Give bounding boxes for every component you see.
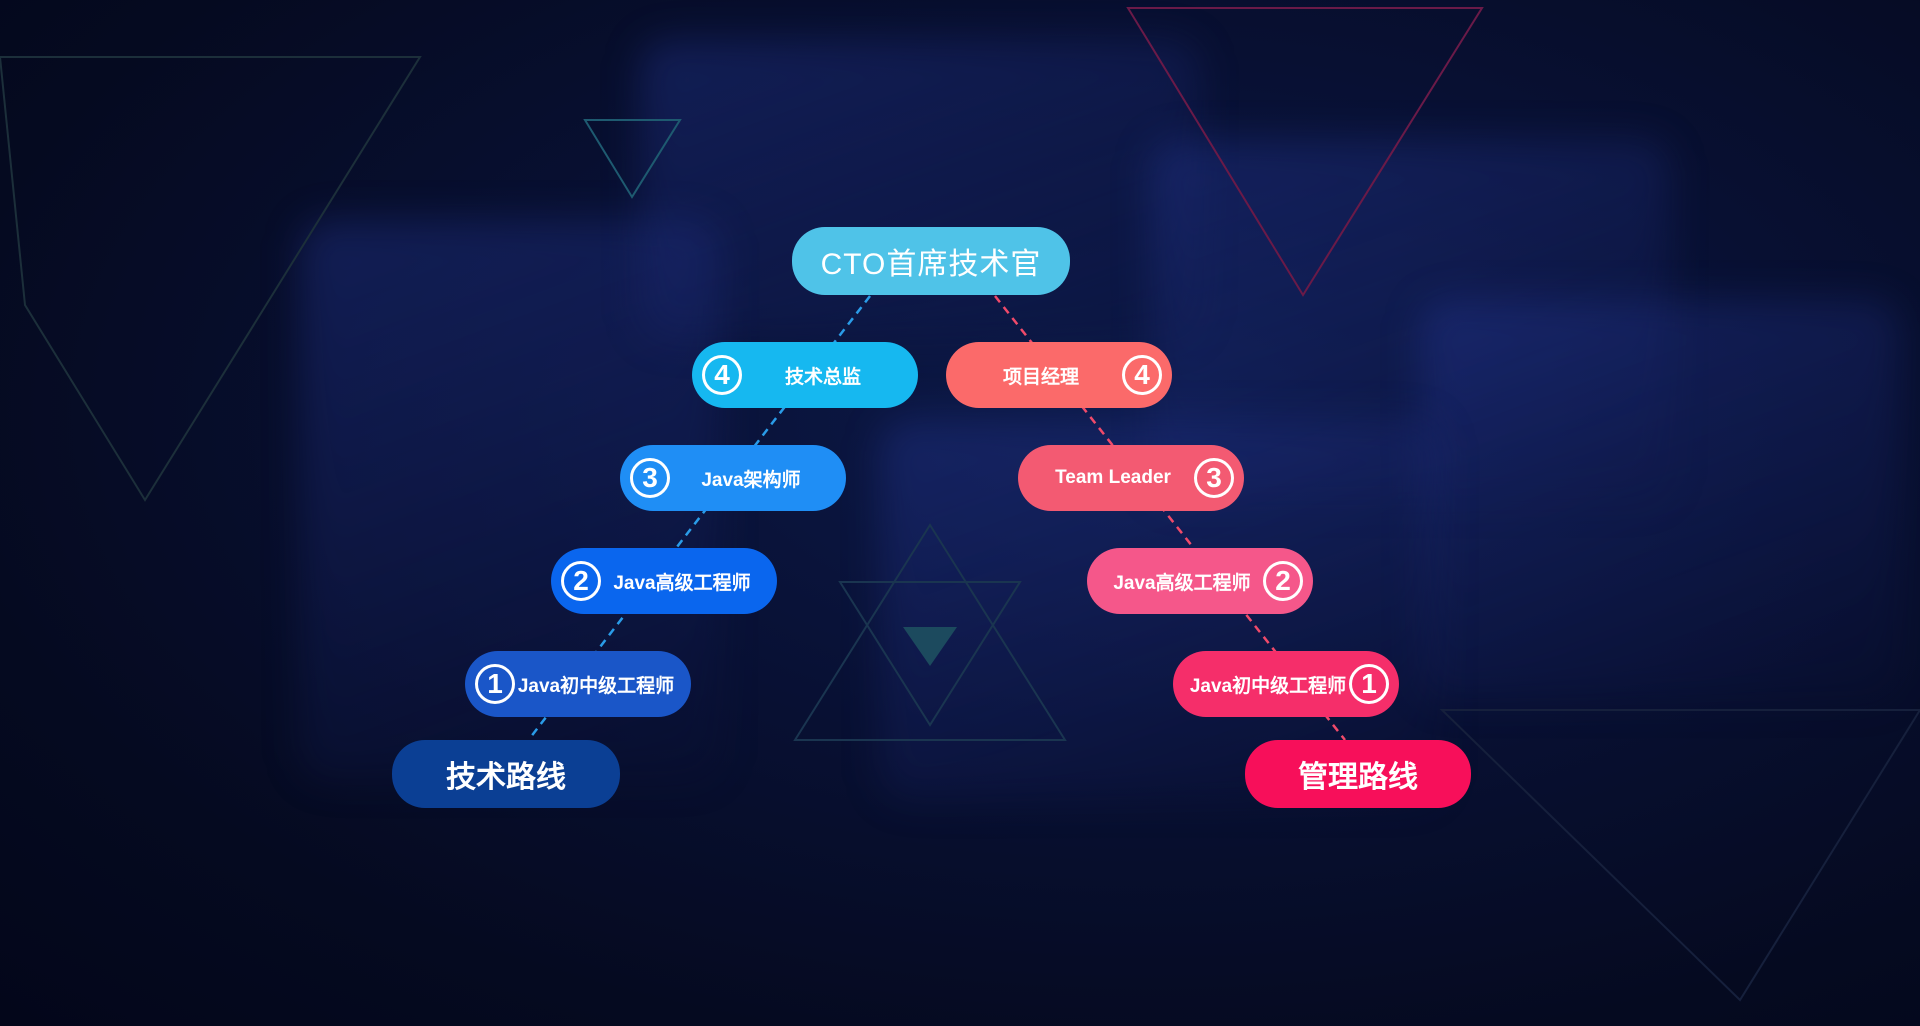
tech-level-2[interactable]: 2 Java高级工程师 [551,548,777,614]
tech-level-2-label: Java高级工程师 [613,572,751,594]
background-key [1420,300,1900,700]
mgmt-level-3[interactable]: Team Leader 3 [1018,445,1244,511]
level-number-3-icon: 3 [1194,458,1234,498]
mgmt-level-4-label: 项目经理 [1002,366,1079,388]
tech-level-1-label: Java初中级工程师 [517,675,675,697]
tech-level-1[interactable]: 1 Java初中级工程师 [465,651,691,717]
level-number-2-icon: 2 [1263,561,1303,601]
cto-label: CTO首席技术官 [820,248,1042,281]
mgmt-route-label: 管理路线 [1298,761,1418,794]
mgmt-route-title[interactable]: 管理路线 [1245,740,1471,808]
tech-level-3[interactable]: 3 Java架构师 [620,445,846,511]
level-number-3-icon: 3 [630,458,670,498]
level-number-4-icon: 4 [1122,355,1162,395]
mgmt-level-1-label: Java初中级工程师 [1189,675,1347,697]
mgmt-level-2[interactable]: Java高级工程师 2 [1087,548,1313,614]
mgmt-level-3-label: Team Leader [1055,467,1171,488]
level-number-2-icon: 2 [561,561,601,601]
tech-level-4[interactable]: 4 技术总监 [692,342,918,408]
background-key [640,40,1200,340]
level-number-1-icon: 1 [1349,664,1389,704]
mgmt-level-2-label: Java高级工程师 [1113,572,1251,594]
tech-route-label: 技术路线 [446,761,566,794]
tech-level-3-label: Java架构师 [701,469,801,491]
tech-route-title[interactable]: 技术路线 [392,740,620,808]
level-number-1-icon: 1 [475,664,515,704]
level-number-4-icon: 4 [702,355,742,395]
tech-level-4-label: 技术总监 [784,366,861,388]
cto-node[interactable]: CTO首席技术官 [792,227,1070,295]
mgmt-level-4[interactable]: 项目经理 4 [946,342,1172,408]
mgmt-level-1[interactable]: Java初中级工程师 1 [1173,651,1399,717]
